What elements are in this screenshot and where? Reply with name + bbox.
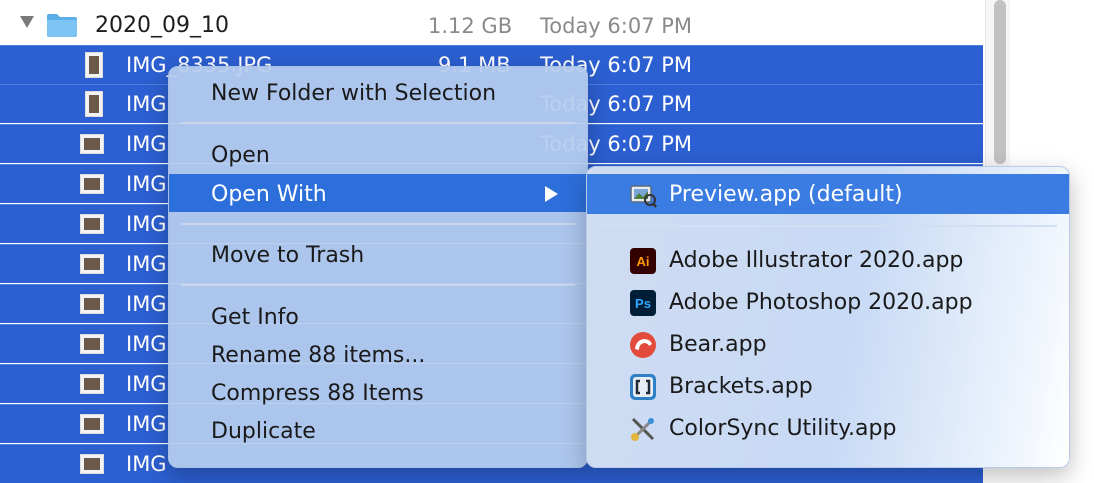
submenu-item-label: Adobe Illustrator 2020.app <box>669 248 964 273</box>
folder-name: 2020_09_10 <box>95 13 229 38</box>
menu-item-compress[interactable]: Compress 88 Items <box>169 373 587 411</box>
submenu-item-label: ColorSync Utility.app <box>669 416 897 441</box>
file-name: IMG <box>126 212 167 236</box>
image-thumbnail-icon <box>80 254 104 274</box>
menu-item-label: Get Info <box>211 305 299 330</box>
file-name: IMG <box>126 332 167 356</box>
menu-separator <box>181 284 575 286</box>
image-thumbnail-icon <box>80 334 104 354</box>
submenu-item-colorsync[interactable]: ColorSync Utility.app <box>587 408 1069 448</box>
image-thumbnail-icon <box>80 414 104 434</box>
submenu-item-photoshop[interactable]: Ps Adobe Photoshop 2020.app <box>587 282 1069 322</box>
menu-separator <box>181 122 575 124</box>
menu-item-get-info[interactable]: Get Info <box>169 297 587 335</box>
preview-icon <box>630 185 657 208</box>
menu-item-label: New Folder with Selection <box>211 81 497 106</box>
image-thumbnail-icon <box>85 52 103 78</box>
image-thumbnail-icon <box>80 174 104 194</box>
folder-size: 1.12 GB <box>428 14 513 38</box>
submenu-item-brackets[interactable]: Brackets.app <box>587 366 1069 406</box>
image-thumbnail-icon <box>80 294 104 314</box>
menu-item-label: Rename 88 items... <box>211 343 426 368</box>
image-thumbnail-icon <box>80 134 104 154</box>
submenu-item-bear[interactable]: Bear.app <box>587 324 1069 364</box>
scrollbar-thumb[interactable] <box>994 0 1006 164</box>
file-name: IMG <box>126 412 167 436</box>
menu-item-label: Compress 88 Items <box>211 381 424 406</box>
context-menu: New Folder with Selection Open Open With… <box>168 66 588 468</box>
menu-separator <box>181 223 575 225</box>
file-name: IMG <box>126 172 167 196</box>
file-name: IMG <box>126 252 167 276</box>
bear-icon <box>630 332 656 358</box>
menu-separator <box>599 225 1057 227</box>
submenu-item-illustrator[interactable]: Ai Adobe Illustrator 2020.app <box>587 240 1069 280</box>
file-name: IMG <box>126 92 167 116</box>
svg-text:Ps: Ps <box>635 296 651 311</box>
folder-row[interactable]: 2020_09_10 1.12 GB Today 6:07 PM <box>0 4 985 44</box>
menu-item-label: Move to Trash <box>211 243 365 268</box>
image-thumbnail-icon <box>80 374 104 394</box>
menu-item-label: Open <box>211 143 270 168</box>
file-name: IMG <box>126 132 167 156</box>
submenu-item-label: Preview.app (default) <box>669 182 903 207</box>
image-thumbnail-icon <box>85 91 103 117</box>
menu-item-rename[interactable]: Rename 88 items... <box>169 335 587 373</box>
illustrator-icon: Ai <box>630 248 656 274</box>
submenu-item-preview[interactable]: Preview.app (default) <box>587 174 1069 214</box>
image-thumbnail-icon <box>80 214 104 234</box>
photoshop-icon: Ps <box>630 290 656 316</box>
disclosure-triangle-icon[interactable] <box>20 16 34 28</box>
brackets-icon <box>630 374 656 400</box>
file-name: IMG <box>126 372 167 396</box>
menu-item-move-to-trash[interactable]: Move to Trash <box>169 235 587 273</box>
menu-item-label: Duplicate <box>211 419 316 444</box>
menu-item-open[interactable]: Open <box>169 135 587 173</box>
menu-item-label: Open With <box>211 182 327 207</box>
submenu-item-label: Brackets.app <box>669 374 813 399</box>
folder-date: Today 6:07 PM <box>540 14 693 38</box>
open-with-submenu: Preview.app (default) Ai Adobe Illustrat… <box>586 166 1070 468</box>
colorsync-icon <box>631 417 655 441</box>
folder-icon <box>47 14 77 37</box>
menu-item-duplicate[interactable]: Duplicate <box>169 411 587 449</box>
submenu-item-label: Bear.app <box>669 332 767 357</box>
file-name: IMG <box>126 292 167 316</box>
image-thumbnail-icon <box>80 454 104 474</box>
submenu-item-label: Adobe Photoshop 2020.app <box>669 290 973 315</box>
svg-text:Ai: Ai <box>637 254 650 269</box>
submenu-arrow-icon <box>545 186 558 202</box>
menu-item-open-with[interactable]: Open With <box>169 174 587 212</box>
menu-item-new-folder-with-selection[interactable]: New Folder with Selection <box>169 73 587 111</box>
